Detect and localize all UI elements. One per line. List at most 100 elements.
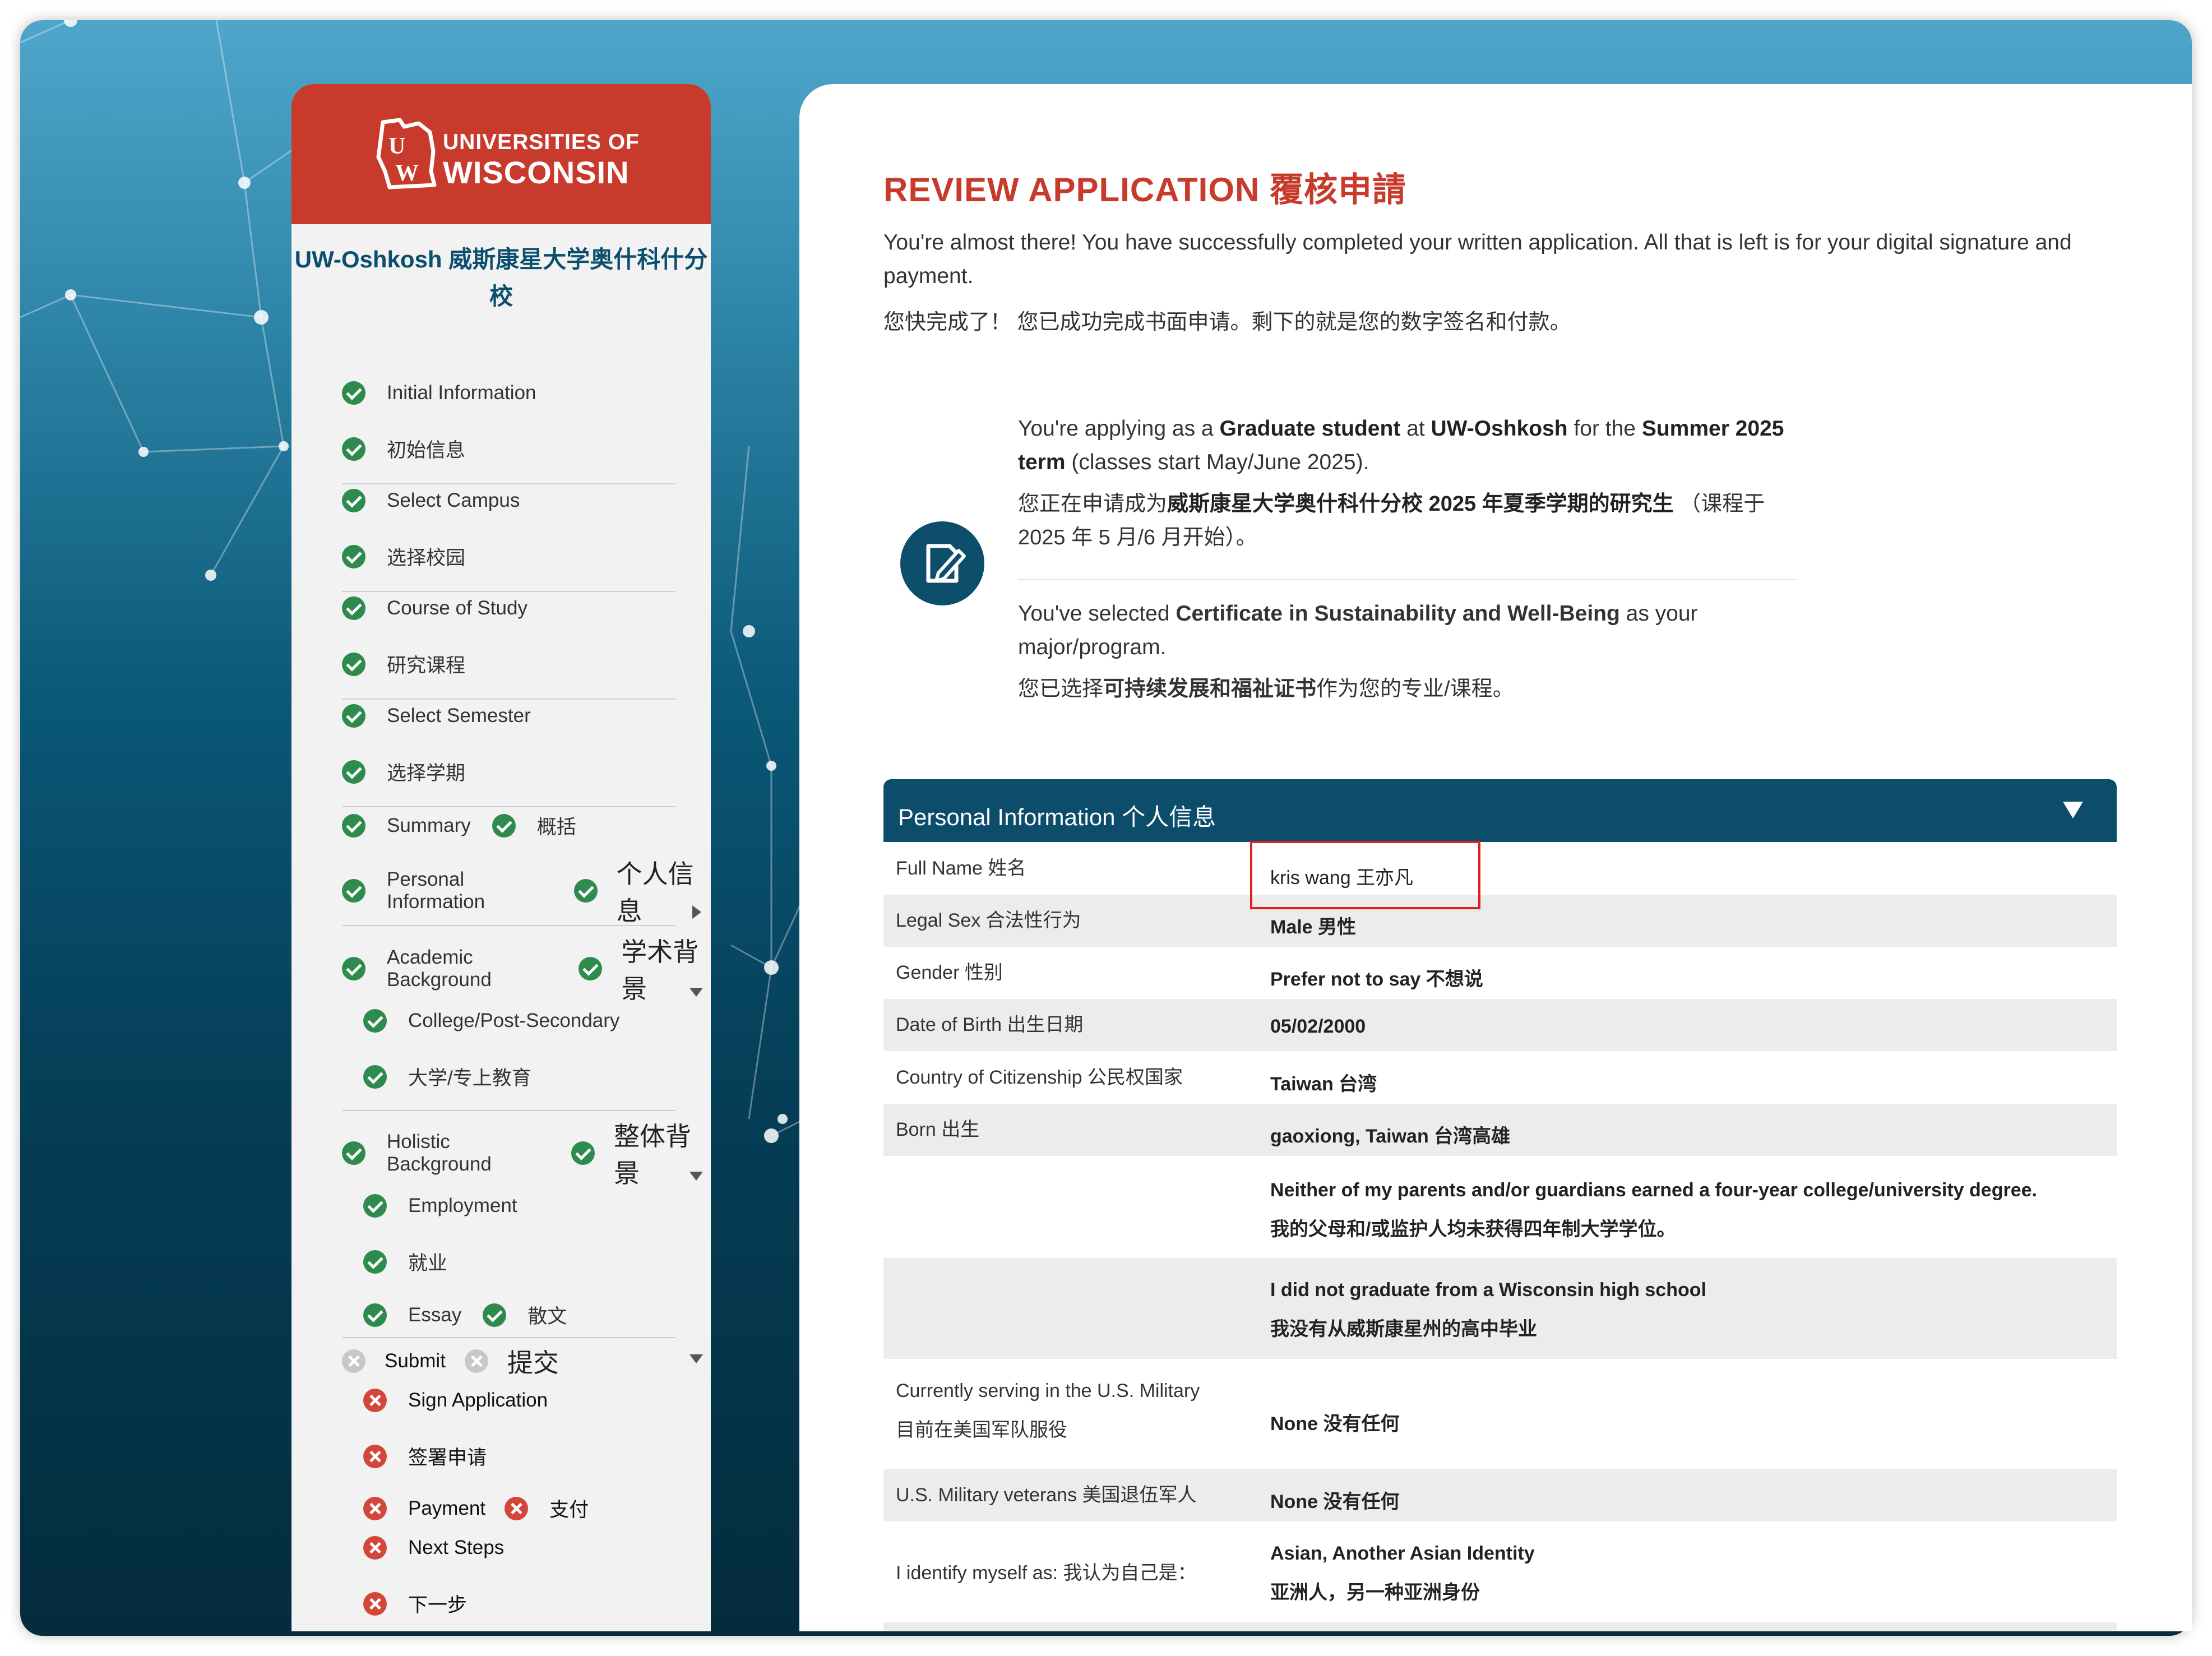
step-payment[interactable]: Payment 支付 — [363, 1494, 589, 1523]
check-circle-icon — [363, 1303, 387, 1327]
panel-title: Personal Information 个人信息 — [898, 804, 1216, 830]
step-label: Initial Information — [387, 382, 536, 404]
step-select-semester-cn[interactable]: 选择学期 — [342, 757, 465, 786]
check-circle-icon — [342, 957, 365, 980]
step-course-of-study-cn[interactable]: 研究课程 — [342, 650, 465, 678]
highlight-box — [1250, 841, 1480, 909]
check-circle-icon — [573, 879, 598, 903]
logo-line-1: UNIVERSITIES OF — [443, 130, 640, 154]
divider — [342, 925, 675, 926]
row-military: Currently serving in the U.S. Military 目… — [883, 1359, 2117, 1460]
campus-title: UW-Oshkosh 威斯康星大学奥什科什分校 — [294, 246, 708, 309]
step-college[interactable]: College/Post-Secondary — [363, 1009, 619, 1033]
row-gender: Gender 性别 Prefer not to say 不想说 — [883, 947, 2117, 999]
personal-information-accordion-header[interactable]: Personal Information 个人信息 — [883, 779, 2117, 842]
step-sign-application[interactable]: Sign Application — [363, 1389, 548, 1412]
intro-text-cn: 您快完成了！ 您已成功完成书面申请。剩下的就是您的数字签名和付款。 — [883, 311, 1571, 334]
error-circle-icon — [363, 1536, 387, 1560]
row-veterans: U.S. Military veterans 美国退伍军人 None 没有任何 — [883, 1469, 2117, 1521]
collapse-down-icon[interactable] — [689, 1172, 703, 1181]
step-holistic-background[interactable]: Holistic Background 整体背景 — [342, 1116, 711, 1190]
field-label: Gender 性别 — [896, 962, 1003, 983]
step-label-cn: 散文 — [527, 1306, 567, 1327]
step-next-steps-cn[interactable]: 下一步 — [363, 1589, 467, 1618]
step-personal-information[interactable]: Personal Information 个人信息 — [342, 854, 711, 928]
step-initial-information-cn[interactable]: 初始信息 — [342, 434, 465, 463]
field-value: gaoxiong, Taiwan 台湾高雄 — [1270, 1126, 1511, 1147]
field-label: Date of Birth 出生日期 — [896, 1014, 1084, 1035]
step-employment-cn[interactable]: 就业 — [363, 1247, 447, 1276]
collapse-triangle-icon[interactable] — [2063, 802, 2083, 818]
step-label: 研究课程 — [387, 655, 466, 677]
step-label: Essay — [408, 1303, 462, 1326]
step-select-campus[interactable]: Select Campus — [342, 489, 520, 512]
step-select-semester[interactable]: Select Semester — [342, 704, 531, 728]
divider — [342, 806, 675, 807]
row-wisconsin-high-school: I did not graduate from a Wisconsin high… — [883, 1258, 2117, 1359]
check-circle-icon — [363, 1009, 387, 1033]
divider — [342, 591, 675, 592]
divider — [342, 699, 675, 700]
step-select-campus-cn[interactable]: 选择校园 — [342, 542, 465, 571]
step-summary[interactable]: Summary 概括 — [342, 811, 576, 840]
field-label: U.S. Military veterans 美国退伍军人 — [896, 1484, 1197, 1506]
step-essay[interactable]: Essay 散文 — [363, 1301, 567, 1329]
step-label: 初始信息 — [387, 440, 466, 461]
step-label: Next Steps — [408, 1537, 505, 1558]
step-label: Academic Background — [387, 946, 492, 991]
svg-text:U: U — [388, 133, 405, 159]
step-label: Course of Study — [387, 597, 527, 619]
step-label: Employment — [408, 1195, 517, 1216]
field-value: None 没有任何 — [1270, 1413, 1400, 1435]
applying-summary: You're applying as a Graduate student at… — [1018, 412, 1803, 554]
error-circle-icon — [363, 1496, 387, 1520]
step-course-of-study[interactable]: Course of Study — [342, 596, 527, 620]
step-label: Personal Information — [387, 868, 485, 913]
collapse-down-icon[interactable] — [689, 1354, 703, 1363]
error-circle-icon — [505, 1496, 529, 1520]
pending-circle-icon — [342, 1349, 365, 1373]
collapse-down-icon[interactable] — [689, 988, 703, 997]
step-college-cn[interactable]: 大学/专上教育 — [363, 1062, 531, 1091]
divider — [342, 483, 675, 484]
field-label: Legal Sex 合法性行为 — [896, 910, 1081, 931]
check-circle-icon — [342, 381, 365, 405]
selected-program-cn: 您已选择可持续发展和福祉证书作为您的专业/课程。 — [1018, 677, 1514, 701]
step-label: 大学/专上教育 — [408, 1067, 531, 1089]
step-academic-background[interactable]: Academic Background 学术背景 — [342, 932, 711, 1006]
field-value: Prefer not to say 不想说 — [1270, 969, 1483, 990]
step-initial-information[interactable]: Initial Information — [342, 381, 536, 405]
step-label: Select Campus — [387, 489, 520, 511]
expand-right-icon[interactable] — [692, 905, 701, 919]
step-sign-application-cn[interactable]: 签署申请 — [363, 1442, 487, 1470]
step-label: Sign Application — [408, 1389, 548, 1411]
field-label: Born 出生 — [896, 1119, 980, 1140]
field-label: Country of Citizenship 公民权国家 — [896, 1067, 1183, 1088]
check-circle-icon — [483, 1303, 507, 1327]
field-value: Neither of my parents and/or guardians e… — [1270, 1179, 2037, 1240]
pending-circle-icon — [464, 1349, 488, 1373]
field-value: Male 男性 — [1270, 917, 1357, 938]
row-legal-sex: Legal Sex 合法性行为 Male 男性 — [883, 895, 2117, 947]
row-date-of-birth: Date of Birth 出生日期 05/02/2000 — [883, 999, 2117, 1051]
error-circle-icon — [363, 1444, 387, 1468]
field-value: Taiwan 台湾 — [1270, 1074, 1377, 1095]
check-circle-icon — [571, 1141, 595, 1165]
step-label-cn: 支付 — [549, 1499, 589, 1521]
row-parents-degree: Neither of my parents and/or guardians e… — [883, 1156, 2117, 1256]
page-title: REVIEW APPLICATION 覆核申請 — [883, 171, 1407, 209]
step-next-steps[interactable]: Next Steps — [363, 1536, 504, 1560]
logo-line-2: WISCONSIN — [443, 155, 630, 190]
divider — [342, 1110, 675, 1111]
applying-summary-cn: 您正在申请成为威斯康星大学奥什科什分校 2025 年夏季学期的研究生 （课程于 … — [1018, 492, 1765, 549]
step-label: Summary — [387, 814, 471, 836]
step-label: 选择校园 — [387, 547, 466, 569]
progress-sidebar: U W UNIVERSITIES OF WISCONSIN UW-Oshkosh… — [291, 84, 711, 1631]
step-employment[interactable]: Employment — [363, 1194, 517, 1218]
step-label: 下一步 — [408, 1594, 468, 1616]
step-submit[interactable]: Submit 提交 — [342, 1343, 559, 1380]
check-circle-icon — [363, 1065, 387, 1089]
row-identify: I identify myself as: 我认为自己是： Asian, Ano… — [883, 1521, 2117, 1622]
selected-program: You've selected Certificate in Sustainab… — [1018, 597, 1803, 706]
check-circle-icon — [342, 760, 365, 784]
